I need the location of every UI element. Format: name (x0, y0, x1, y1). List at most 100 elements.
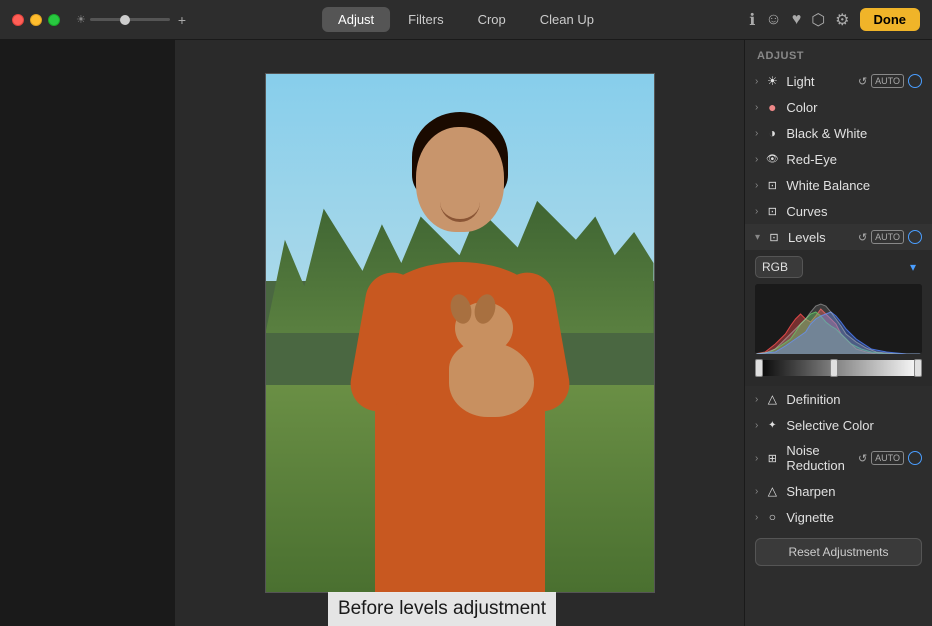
slider-track[interactable] (90, 18, 170, 21)
tab-filters[interactable]: Filters (392, 7, 459, 32)
adjust-item-definition[interactable]: › △ Definition (745, 386, 932, 412)
chevron-icon: › (755, 154, 758, 165)
adjust-item-light[interactable]: › ☀ Light ↺ AUTO (745, 68, 932, 94)
sun-icon: ☀ (76, 13, 86, 26)
heart-icon[interactable]: ♥ (792, 11, 802, 29)
sun-icon: ☀ (764, 73, 780, 89)
main-area: Before levels adjustment ADJUST › ☀ Ligh… (0, 40, 932, 626)
adjust-label-color: Color (786, 100, 922, 115)
rgb-select[interactable]: RGB Red Green Blue (755, 256, 803, 278)
rgb-select-wrapper[interactable]: RGB Red Green Blue (755, 256, 922, 278)
curves-icon: ⊡ (764, 203, 780, 219)
vignette-icon: ○ (764, 509, 780, 525)
tab-crop[interactable]: Crop (462, 7, 522, 32)
undo-icon[interactable]: ↺ (858, 452, 867, 465)
levels-mid-handle[interactable] (830, 359, 838, 377)
chevron-icon: › (755, 420, 758, 431)
toolbar-right: ℹ ☺ ♥ ⬡ ⚙ Done (749, 8, 920, 31)
sharpen-icon: △ (764, 483, 780, 499)
selective-color-icon: ✦ (764, 417, 780, 433)
minimize-button[interactable] (30, 14, 42, 26)
adjust-item-sharpen[interactable]: › △ Sharpen (745, 478, 932, 504)
color-icon: ● (764, 99, 780, 115)
chevron-icon: › (755, 180, 758, 191)
adjust-label-sharpen: Sharpen (786, 484, 922, 499)
tab-adjust[interactable]: Adjust (322, 7, 390, 32)
adjust-item-wb[interactable]: › ⊡ White Balance (745, 172, 932, 198)
reset-adjustments-button[interactable]: Reset Adjustments (755, 538, 922, 566)
info-icon[interactable]: ℹ (749, 10, 755, 30)
before-label: Before levels adjustment (328, 592, 556, 626)
close-button[interactable] (12, 14, 24, 26)
adjust-label-noise: Noise Reduction (786, 443, 852, 473)
adjust-item-noise[interactable]: › ⊞ Noise Reduction ↺ AUTO (745, 438, 932, 478)
left-background (0, 40, 175, 626)
share-icon[interactable]: ⬡ (811, 10, 825, 30)
adjust-item-vignette[interactable]: › ○ Vignette (745, 504, 932, 530)
adjust-label-curves: Curves (786, 204, 922, 219)
titlebar: ☀ + Adjust Filters Crop Clean Up ℹ ☺ ♥ ⬡… (0, 0, 932, 40)
adjust-item-levels[interactable]: ▾ ⊡ Levels ↺ AUTO (745, 224, 932, 250)
light-controls: ↺ AUTO (858, 74, 922, 88)
undo-icon[interactable]: ↺ (858, 231, 867, 244)
chevron-icon: › (755, 512, 758, 523)
right-panel: ADJUST › ☀ Light ↺ AUTO › ● Color › ◑ Bl… (744, 40, 932, 626)
gear-icon[interactable]: ⚙ (835, 10, 849, 30)
chevron-icon: › (755, 76, 758, 87)
nav-tabs: Adjust Filters Crop Clean Up (322, 7, 610, 32)
chevron-icon: › (755, 394, 758, 405)
chevron-down-icon: ▾ (755, 232, 760, 243)
definition-icon: △ (764, 391, 780, 407)
chevron-icon: › (755, 453, 758, 464)
photo (266, 74, 654, 592)
levels-black-handle[interactable] (755, 359, 763, 377)
adjust-header: ADJUST (745, 40, 932, 68)
tab-cleanup[interactable]: Clean Up (524, 7, 610, 32)
caption-text: Before levels adjustment (338, 598, 546, 619)
levels-section: RGB Red Green Blue (745, 250, 932, 386)
adjust-label-definition: Definition (786, 392, 922, 407)
chevron-icon: › (755, 102, 758, 113)
adjust-label-redeye: Red-Eye (786, 152, 922, 167)
fullscreen-button[interactable] (48, 14, 60, 26)
noise-controls: ↺ AUTO (858, 451, 922, 465)
adjust-label-wb: White Balance (786, 178, 922, 193)
traffic-lights (0, 14, 60, 26)
photo-container (265, 73, 655, 593)
emoji-icon[interactable]: ☺ (765, 11, 781, 29)
adjust-label-bw: Black & White (786, 126, 922, 141)
levels-controls: ↺ AUTO (858, 230, 922, 244)
chevron-icon: › (755, 128, 758, 139)
adjust-label-vignette: Vignette (786, 510, 922, 525)
adjust-item-redeye[interactable]: › 👁 Red-Eye (745, 146, 932, 172)
adjust-item-curves[interactable]: › ⊡ Curves (745, 198, 932, 224)
brightness-slider[interactable]: ☀ + (76, 12, 186, 28)
wb-icon: ⊡ (764, 177, 780, 193)
adjust-item-color[interactable]: › ● Color (745, 94, 932, 120)
light-toggle[interactable] (908, 74, 922, 88)
levels-icon: ⊡ (766, 229, 782, 245)
auto-badge[interactable]: AUTO (871, 451, 904, 465)
bw-icon: ◑ (764, 125, 780, 141)
histogram (755, 284, 922, 354)
auto-badge[interactable]: AUTO (871, 74, 904, 88)
plus-icon[interactable]: + (178, 12, 186, 28)
adjust-label-levels: Levels (788, 230, 852, 245)
adjust-label-light: Light (786, 74, 852, 89)
adjust-label-selective-color: Selective Color (786, 418, 922, 433)
undo-icon[interactable]: ↺ (858, 75, 867, 88)
redeye-icon: 👁 (764, 151, 780, 167)
chevron-icon: › (755, 486, 758, 497)
slider-thumb[interactable] (120, 15, 130, 25)
levels-slider[interactable] (755, 360, 922, 376)
levels-toggle[interactable] (908, 230, 922, 244)
levels-white-handle[interactable] (914, 359, 922, 377)
levels-select-row: RGB Red Green Blue (755, 256, 922, 278)
done-button[interactable]: Done (860, 8, 921, 31)
adjust-item-selective-color[interactable]: › ✦ Selective Color (745, 412, 932, 438)
chevron-icon: › (755, 206, 758, 217)
noise-toggle[interactable] (908, 451, 922, 465)
auto-badge[interactable]: AUTO (871, 230, 904, 244)
adjust-item-bw[interactable]: › ◑ Black & White (745, 120, 932, 146)
noise-icon: ⊞ (764, 450, 780, 466)
